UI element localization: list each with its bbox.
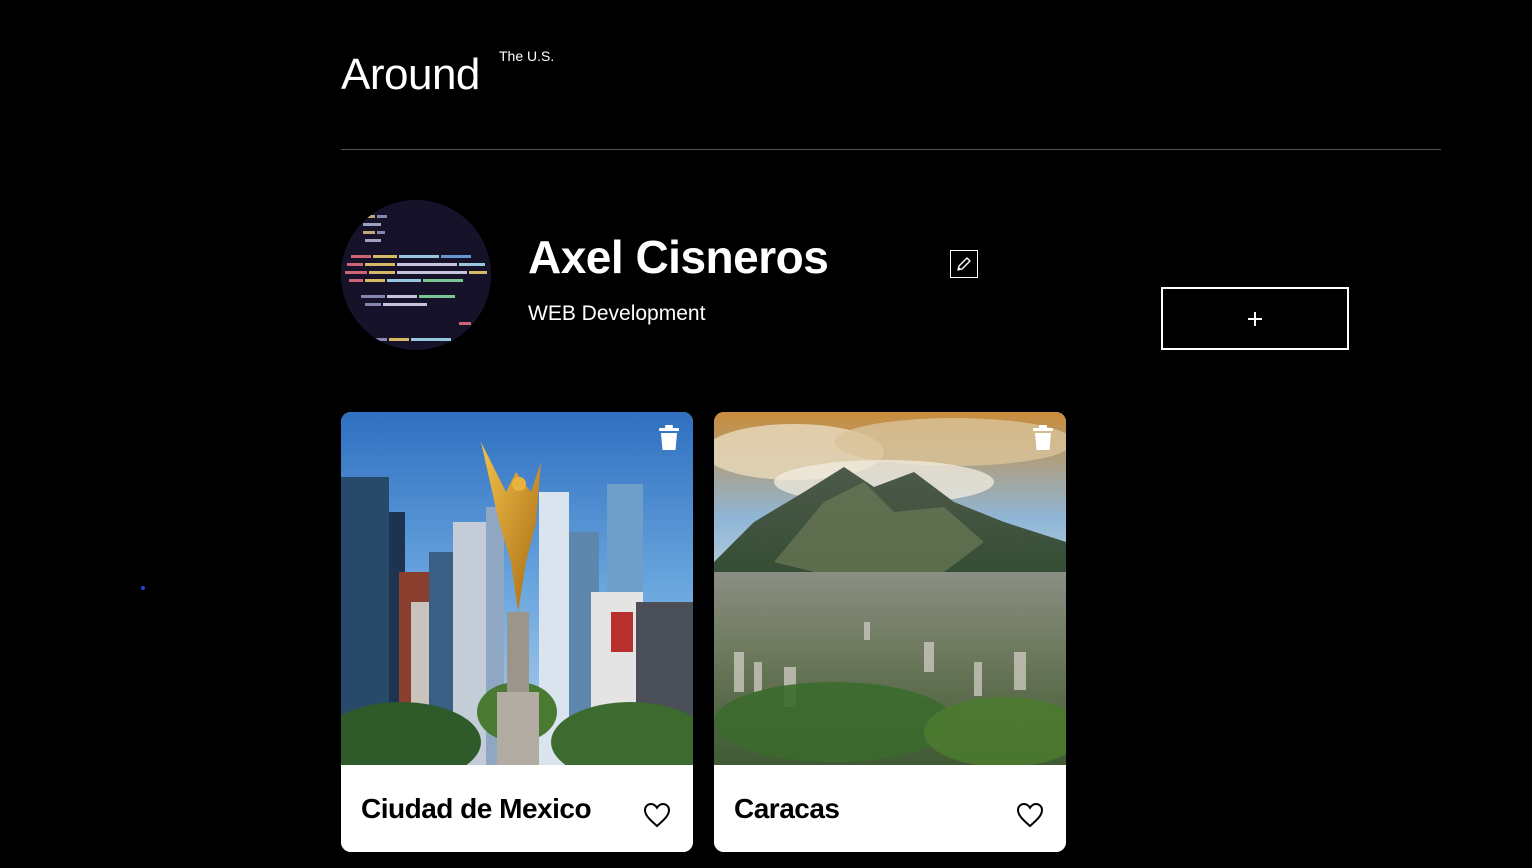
like-button[interactable] [1016,801,1044,829]
delete-card-button[interactable] [1031,425,1055,451]
like-button[interactable] [643,801,671,829]
edit-profile-button[interactable] [950,250,978,278]
add-place-button[interactable] [1161,287,1349,350]
avatar-code-image [341,200,491,350]
heart-icon [1016,802,1044,828]
logo-superscript: The U.S. [499,48,555,64]
page: Around The U.S. Axel Cisneros WEB Develo… [0,0,1532,868]
header: Around The U.S. [341,40,1441,150]
heart-icon [643,802,671,828]
card-footer: Ciudad de Mexico [341,765,693,852]
caracas-mountain-photo [714,412,1066,765]
card-footer: Caracas [714,765,1066,852]
trash-icon [1033,425,1053,450]
place-card: Ciudad de Mexico [341,412,693,852]
card-title: Ciudad de Mexico [361,793,592,824]
focus-dot [141,586,145,590]
card-title: Caracas [734,793,840,824]
place-card: Caracas [714,412,1066,852]
pencil-icon [957,257,971,271]
logo-text: Around [341,50,480,99]
profile-about: WEB Development [528,302,706,325]
card-image[interactable] [341,412,693,765]
trash-icon [659,425,679,450]
plus-icon [1248,311,1262,326]
avatar[interactable] [341,200,491,350]
delete-card-button[interactable] [657,425,681,451]
card-image[interactable] [714,412,1066,765]
header-divider [341,149,1441,150]
mexico-city-angel-photo [341,412,693,765]
profile-name: Axel Cisneros [528,231,829,283]
logo: Around [341,50,480,100]
